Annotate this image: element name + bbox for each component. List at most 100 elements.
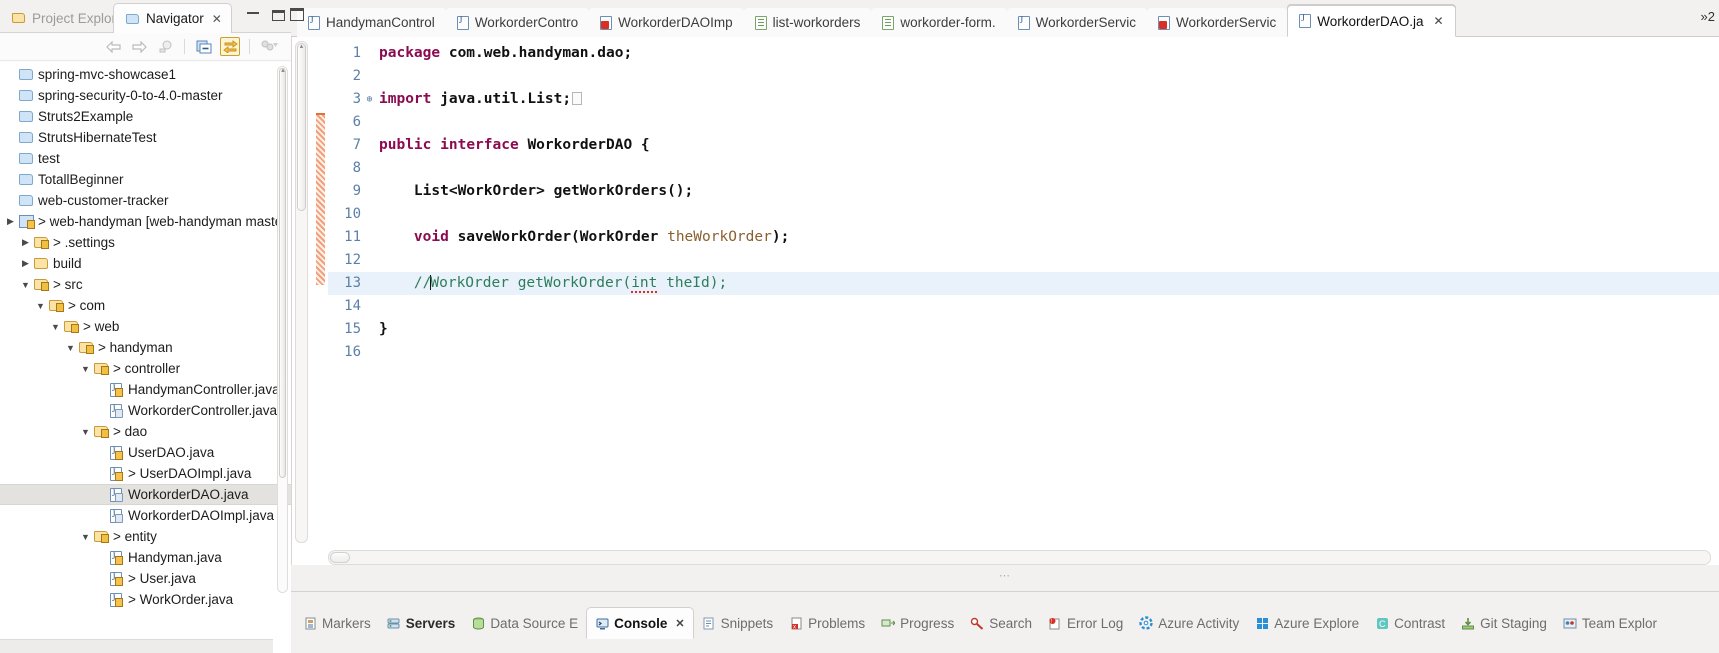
tree-item[interactable]: ▶ StrutsHibernateTest [0, 127, 291, 148]
code-line[interactable]: 10 [328, 203, 1719, 226]
view-tab[interactable]: C Contrast [1367, 608, 1453, 638]
view-tab[interactable]: Markers [295, 608, 379, 638]
view-menu-icon[interactable] [259, 37, 279, 56]
view-tab[interactable]: Git Staging [1453, 608, 1555, 638]
tree-item[interactable]: ▶ web-customer-tracker [0, 190, 291, 211]
tree-item[interactable]: ▶ HandymanController.java [0, 379, 291, 400]
code-line[interactable]: 12 [328, 249, 1719, 272]
chevron-right-icon[interactable]: ▶ [19, 258, 32, 269]
editor-sash[interactable]: ⋯ [291, 565, 1719, 591]
editor-tab[interactable]: WorkorderServic [1006, 8, 1147, 37]
code-lines[interactable]: 1 package com.web.handyman.dao; 2 3 ⊕ import … [328, 37, 1719, 565]
tree-item[interactable]: ▼ > dao [0, 421, 291, 442]
navigator-vertical-scrollbar[interactable] [277, 66, 288, 593]
tree-item[interactable]: ▼ > handyman [0, 337, 291, 358]
tree-item[interactable]: ▶ test [0, 148, 291, 169]
close-icon[interactable]: ✕ [675, 617, 684, 630]
tree-item[interactable]: ▶ > UserDAOImpl.java [0, 463, 291, 484]
code-line[interactable]: 8 [328, 157, 1719, 180]
navigator-scroll-thumb[interactable] [279, 68, 286, 478]
editor-tab[interactable]: WorkorderDAOImp [589, 8, 744, 37]
tree-item[interactable]: ▶ > User.java [0, 568, 291, 589]
close-icon[interactable]: ✕ [212, 12, 222, 26]
close-icon[interactable]: ✕ [1434, 14, 1444, 28]
chevron-down-icon[interactable]: ▼ [79, 364, 92, 374]
tree-item-selected[interactable]: ▶ WorkorderDAO.java [0, 484, 291, 505]
tree-item[interactable]: ▼ > controller [0, 358, 291, 379]
code-line[interactable]: 3 ⊕ import java.util.List; [328, 88, 1719, 111]
tree-item[interactable]: ▶ TotallBeginner [0, 169, 291, 190]
back-icon[interactable] [103, 37, 123, 56]
tree-item[interactable]: ▶ > web-handyman [web-handyman master [0, 211, 291, 232]
view-tab[interactable]: Azure Activity [1131, 608, 1247, 638]
chevron-down-icon[interactable]: ▼ [79, 532, 92, 542]
editor-restore-icon[interactable] [290, 8, 304, 21]
tree-item[interactable]: ▶ > .settings [0, 232, 291, 253]
tree-item[interactable]: ▶ Struts2Example [0, 106, 291, 127]
forward-icon[interactable] [129, 37, 149, 56]
editor-hscroll-thumb[interactable] [330, 552, 350, 563]
code-line[interactable]: 9 List<WorkOrder> getWorkOrders(); [328, 180, 1719, 203]
chevron-right-icon[interactable]: ▶ [19, 237, 32, 248]
tree-item[interactable]: ▼ > com [0, 295, 291, 316]
fold-expand-icon[interactable]: ⊕ [364, 88, 375, 111]
tree-item[interactable]: ▶ build [0, 253, 291, 274]
azure-explore-icon [1255, 616, 1269, 630]
tree-item[interactable]: ▶ UserDAO.java [0, 442, 291, 463]
tree-item[interactable]: ▶ WorkorderDAOImpl.java [0, 505, 291, 526]
view-tab[interactable]: Progress [873, 608, 962, 638]
code-line[interactable]: 7 public interface WorkorderDAO { [328, 134, 1719, 157]
maximize-icon[interactable] [272, 10, 285, 21]
view-tab-active[interactable]: Console ✕ [586, 607, 694, 639]
code-line[interactable]: 6 [328, 111, 1719, 134]
editor-horizontal-scrollbar[interactable] [328, 550, 1711, 565]
code-line[interactable]: 2 [328, 65, 1719, 88]
view-tab[interactable]: Search [962, 608, 1040, 638]
editor-tab-overflow[interactable]: »2 [1701, 9, 1715, 24]
tree-item[interactable]: ▼ > web [0, 316, 291, 337]
chevron-down-icon[interactable]: ▼ [49, 322, 62, 332]
link-with-editor-icon[interactable] [220, 37, 240, 56]
editor-tab[interactable]: HandymanControl [297, 8, 446, 37]
chevron-down-icon[interactable]: ▼ [34, 301, 47, 311]
project-tree[interactable]: ▶ spring-mvc-showcase1 ▶ spring-security-0-… [0, 62, 291, 653]
editor-left-scroll-thumb[interactable] [297, 43, 306, 211]
chevron-down-icon[interactable]: ▼ [79, 427, 92, 437]
editor-tab[interactable]: WorkorderContro [445, 8, 590, 37]
code-line[interactable]: 15} [328, 318, 1719, 341]
tree-item[interactable]: ▶ WorkorderController.java [0, 400, 291, 421]
editor-tab-active[interactable]: WorkorderDAO.ja ✕ [1287, 5, 1456, 37]
code-line-current[interactable]: 13 //WorkOrder getWorkOrder(int theId); [328, 272, 1719, 295]
tree-item[interactable]: ▼ > src [0, 274, 291, 295]
editor-tab[interactable]: list-workorders [743, 8, 872, 37]
view-tab[interactable]: Team Explor [1555, 608, 1665, 638]
tab-navigator[interactable]: Navigator ✕ [113, 3, 232, 33]
editor-left-scrollbar[interactable] [295, 41, 308, 543]
chevron-down-icon[interactable]: ▼ [64, 343, 77, 353]
tree-item[interactable]: ▶ spring-mvc-showcase1 [0, 64, 291, 85]
minimize-icon[interactable] [247, 10, 259, 14]
navigator-horizontal-scrollbar[interactable] [0, 639, 273, 653]
editor-tab[interactable]: workorder-form. [871, 8, 1007, 37]
view-tab[interactable]: x Problems [781, 608, 873, 638]
tree-item[interactable]: ▼ > entity [0, 526, 291, 547]
view-tab[interactable]: Azure Explore [1247, 608, 1367, 638]
tree-item[interactable]: ▶ spring-security-0-to-4.0-master [0, 85, 291, 106]
view-tab[interactable]: Servers [379, 608, 464, 638]
code-line[interactable]: 11 void saveWorkOrder(WorkOrder theWorkO… [328, 226, 1719, 249]
view-tab[interactable]: Data Source E [463, 608, 586, 638]
view-tab[interactable]: Snippets [694, 608, 782, 638]
code-line[interactable]: 14 [328, 295, 1719, 318]
collapsed-import-icon[interactable] [572, 92, 583, 105]
java-code-editor[interactable]: 1 package com.web.handyman.dao; 2 3⊕import … [291, 37, 1719, 565]
collapse-all-icon[interactable] [194, 37, 214, 56]
code-line[interactable]: 1 package com.web.handyman.dao; [328, 42, 1719, 65]
chevron-right-icon[interactable]: ▶ [4, 216, 17, 227]
chevron-down-icon[interactable]: ▼ [19, 280, 32, 290]
editor-tab[interactable]: WorkorderServic [1146, 8, 1288, 37]
home-icon[interactable] [155, 37, 175, 56]
tree-item[interactable]: ▶ > WorkOrder.java [0, 589, 291, 610]
tree-item[interactable]: ▶ Handyman.java [0, 547, 291, 568]
code-line[interactable]: 16 [328, 341, 1719, 364]
view-tab[interactable]: ! Error Log [1040, 608, 1131, 638]
